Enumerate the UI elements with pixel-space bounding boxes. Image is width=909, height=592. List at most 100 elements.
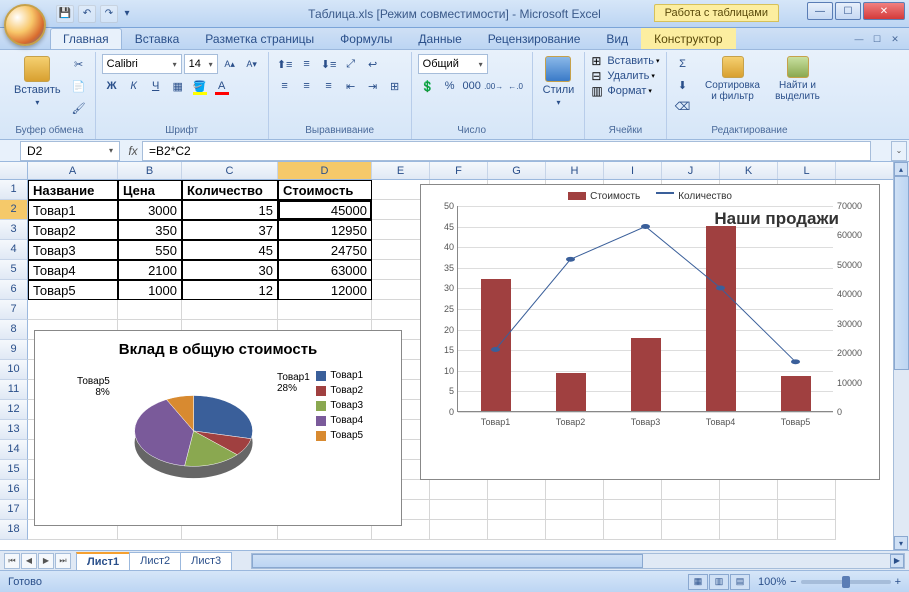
- wrap-text-button[interactable]: ↩: [363, 54, 383, 74]
- maximize-button[interactable]: ☐: [835, 2, 861, 20]
- cell-B2[interactable]: 3000: [118, 200, 182, 220]
- column-header-A[interactable]: A: [28, 162, 118, 179]
- row-header-10[interactable]: 10: [0, 360, 28, 380]
- expand-formula-button[interactable]: ⌄: [891, 141, 907, 161]
- align-middle-button[interactable]: ≡: [297, 54, 317, 74]
- insert-cells-button[interactable]: ⊞Вставить ▾: [591, 54, 659, 68]
- cell-C3[interactable]: 37: [182, 220, 278, 240]
- column-header-E[interactable]: E: [372, 162, 430, 179]
- cell-A6[interactable]: Товар5: [28, 280, 118, 300]
- chart-pie[interactable]: Вклад в общую стоимость Товар58% Товар12…: [34, 330, 402, 526]
- tab-формулы[interactable]: Формулы: [327, 28, 405, 49]
- cell-B5[interactable]: 2100: [118, 260, 182, 280]
- tab-главная[interactable]: Главная: [50, 28, 122, 49]
- hscroll-thumb[interactable]: [252, 554, 643, 568]
- doc-close-button[interactable]: ✕: [887, 32, 903, 46]
- cell-L16[interactable]: [778, 480, 836, 500]
- cell-J16[interactable]: [662, 480, 720, 500]
- cell-I18[interactable]: [604, 520, 662, 540]
- view-layout-button[interactable]: ▥: [709, 574, 729, 590]
- align-bottom-button[interactable]: ⬇≡: [319, 54, 339, 74]
- row-header-1[interactable]: 1: [0, 180, 28, 200]
- font-color-button[interactable]: A: [212, 76, 232, 96]
- cell-B3[interactable]: 350: [118, 220, 182, 240]
- cell-D2[interactable]: 45000: [278, 200, 372, 220]
- cell-G18[interactable]: [488, 520, 546, 540]
- sheet-tab-Лист3[interactable]: Лист3: [180, 552, 232, 570]
- cell-L18[interactable]: [778, 520, 836, 540]
- sheet-nav-next[interactable]: ▶: [38, 553, 54, 569]
- row-header-5[interactable]: 5: [0, 260, 28, 280]
- cell-D7[interactable]: [278, 300, 372, 320]
- cell-A7[interactable]: [28, 300, 118, 320]
- cell-F16[interactable]: [430, 480, 488, 500]
- cell-I16[interactable]: [604, 480, 662, 500]
- format-cells-button[interactable]: ▥Формат ▾: [591, 84, 652, 98]
- cell-B6[interactable]: 1000: [118, 280, 182, 300]
- paste-button[interactable]: Вставить ▾: [10, 54, 65, 109]
- qat-customize-icon[interactable]: ▾: [122, 5, 132, 23]
- sheet-nav-last[interactable]: ⏭: [55, 553, 71, 569]
- cell-B4[interactable]: 550: [118, 240, 182, 260]
- row-header-6[interactable]: 6: [0, 280, 28, 300]
- grow-font-button[interactable]: A▴: [220, 54, 240, 74]
- cell-G17[interactable]: [488, 500, 546, 520]
- view-normal-button[interactable]: ▦: [688, 574, 708, 590]
- row-header-2[interactable]: 2: [0, 200, 28, 220]
- currency-button[interactable]: 💲: [418, 76, 438, 96]
- shrink-font-button[interactable]: A▾: [242, 54, 262, 74]
- comma-button[interactable]: 000: [462, 76, 482, 96]
- bold-button[interactable]: Ж: [102, 76, 122, 96]
- cell-F18[interactable]: [430, 520, 488, 540]
- minimize-button[interactable]: —: [807, 2, 833, 20]
- clear-button[interactable]: ⌫: [673, 96, 693, 116]
- cell-B7[interactable]: [118, 300, 182, 320]
- chart-sales[interactable]: Стоимость Количество Наши продажи 051015…: [420, 184, 880, 480]
- cell-C4[interactable]: 45: [182, 240, 278, 260]
- merge-button[interactable]: ⊞: [385, 76, 405, 96]
- find-select-button[interactable]: Найти и выделить: [769, 54, 827, 104]
- tab-разметка страницы[interactable]: Разметка страницы: [192, 28, 327, 49]
- cell-H17[interactable]: [546, 500, 604, 520]
- row-header-4[interactable]: 4: [0, 240, 28, 260]
- tab-вставка[interactable]: Вставка: [122, 28, 193, 49]
- row-header-13[interactable]: 13: [0, 420, 28, 440]
- column-header-H[interactable]: H: [546, 162, 604, 179]
- font-family-combo[interactable]: Calibri▾: [102, 54, 182, 74]
- column-header-J[interactable]: J: [662, 162, 720, 179]
- cell-B1[interactable]: Цена: [118, 180, 182, 200]
- select-all-button[interactable]: [0, 162, 28, 179]
- row-header-17[interactable]: 17: [0, 500, 28, 520]
- office-button[interactable]: [4, 4, 46, 46]
- vscroll-thumb[interactable]: [894, 176, 909, 370]
- cell-K16[interactable]: [720, 480, 778, 500]
- scroll-right-button[interactable]: ▶: [890, 554, 904, 568]
- align-left-button[interactable]: ≡: [275, 76, 295, 96]
- qat-undo-icon[interactable]: ↶: [78, 5, 96, 23]
- zoom-in-button[interactable]: +: [895, 576, 901, 588]
- column-header-C[interactable]: C: [182, 162, 278, 179]
- cell-C2[interactable]: 15: [182, 200, 278, 220]
- percent-button[interactable]: %: [440, 76, 460, 96]
- cell-D4[interactable]: 24750: [278, 240, 372, 260]
- tab-данные[interactable]: Данные: [405, 28, 474, 49]
- horizontal-scrollbar[interactable]: ◀ ▶: [251, 553, 905, 569]
- cell-C6[interactable]: 12: [182, 280, 278, 300]
- column-header-K[interactable]: K: [720, 162, 778, 179]
- number-format-combo[interactable]: Общий▾: [418, 54, 488, 74]
- underline-button[interactable]: Ч: [146, 76, 166, 96]
- row-header-9[interactable]: 9: [0, 340, 28, 360]
- column-header-G[interactable]: G: [488, 162, 546, 179]
- fill-button[interactable]: ⬇: [673, 75, 693, 95]
- cell-A5[interactable]: Товар4: [28, 260, 118, 280]
- row-header-16[interactable]: 16: [0, 480, 28, 500]
- row-header-18[interactable]: 18: [0, 520, 28, 540]
- increase-indent-button[interactable]: ⇥: [363, 76, 383, 96]
- fx-icon[interactable]: fx: [124, 144, 142, 158]
- increase-decimal-button[interactable]: .00→: [484, 76, 504, 96]
- column-header-B[interactable]: B: [118, 162, 182, 179]
- row-header-8[interactable]: 8: [0, 320, 28, 340]
- scroll-down-button[interactable]: ▾: [894, 536, 908, 550]
- italic-button[interactable]: К: [124, 76, 144, 96]
- qat-redo-icon[interactable]: ↷: [100, 5, 118, 23]
